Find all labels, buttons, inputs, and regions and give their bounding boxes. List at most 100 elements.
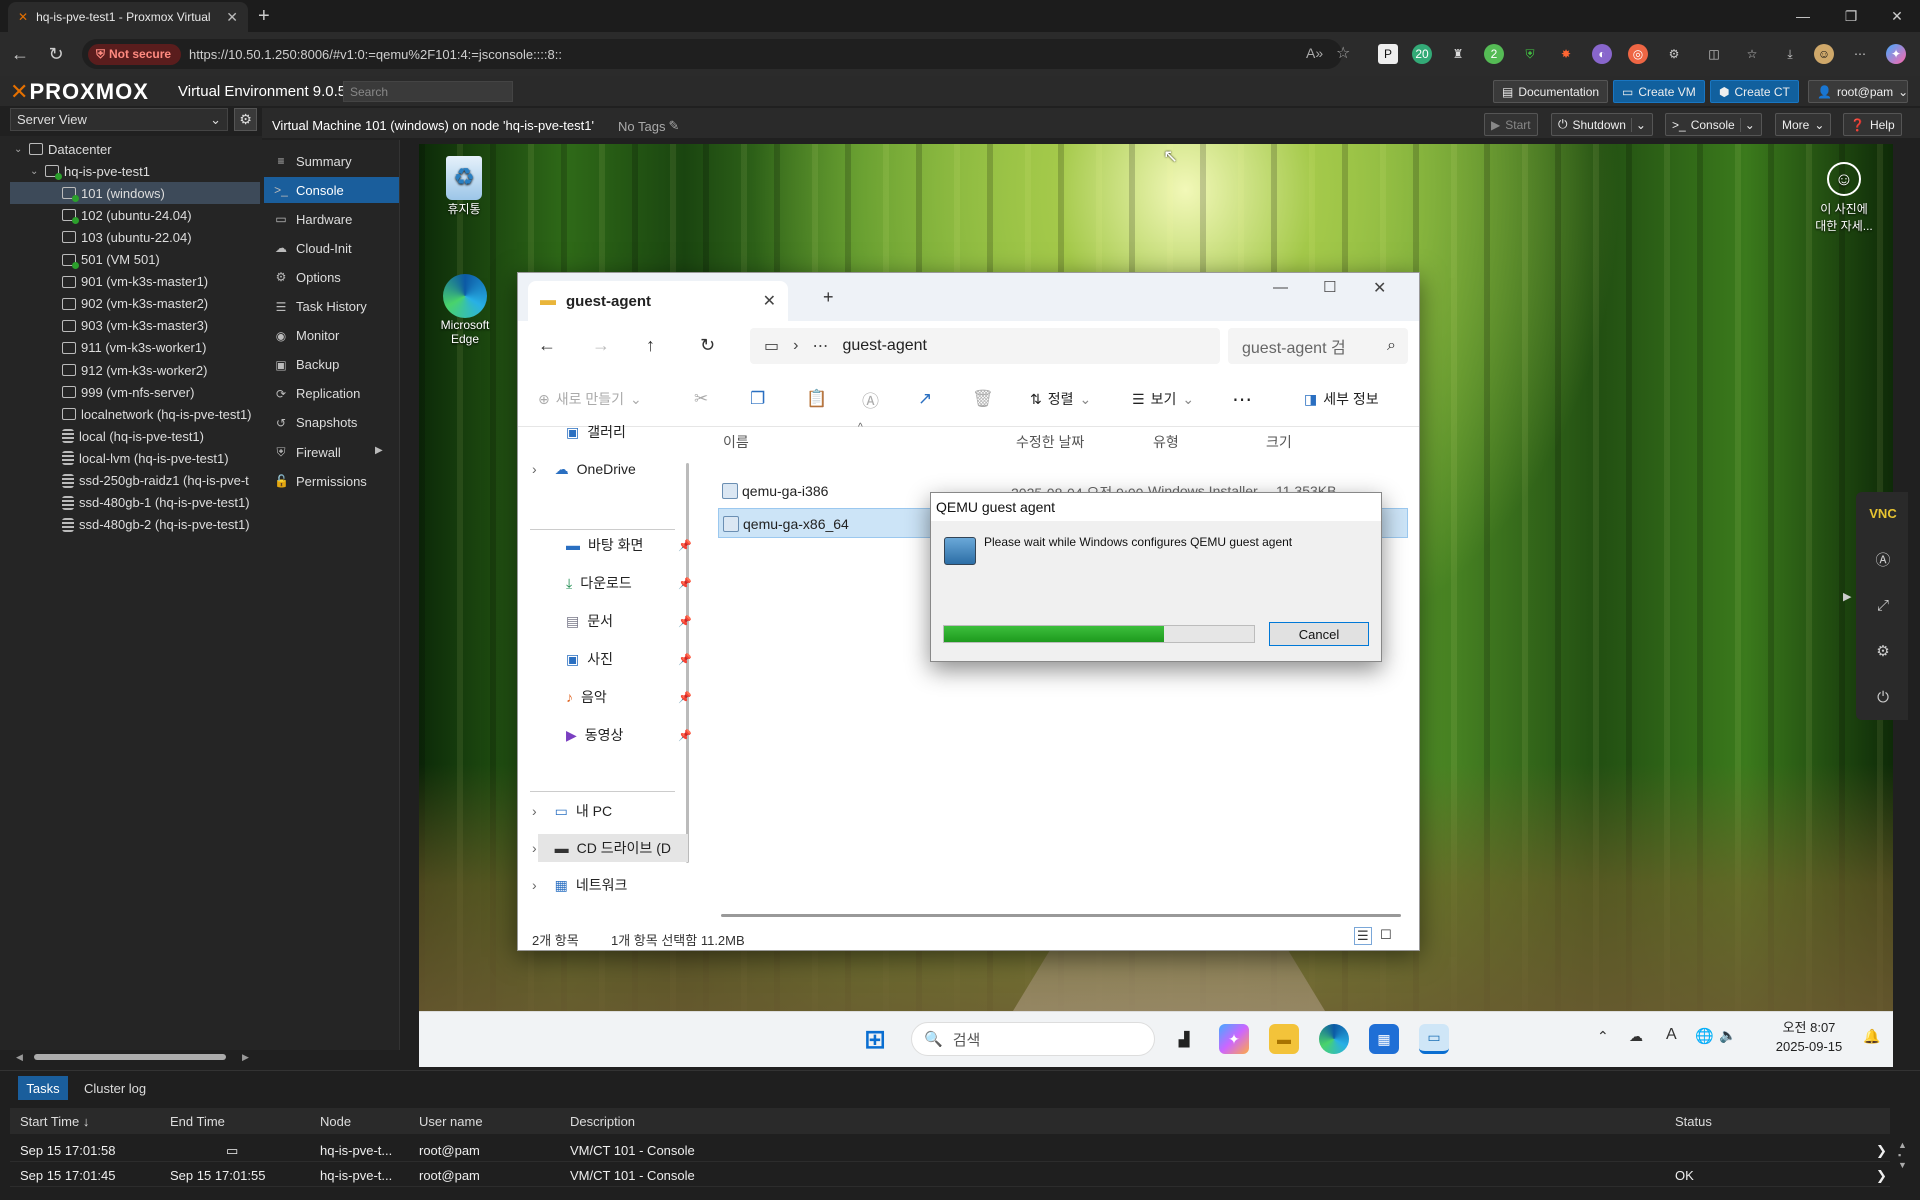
tags-edit[interactable]: No Tags ✎ [618, 118, 679, 134]
tree-item[interactable]: local (hq-is-pve-test1) [10, 425, 260, 447]
pve-search-input[interactable]: Search [343, 81, 513, 102]
task-view-icon[interactable]: ▟ [1169, 1024, 1199, 1054]
tree-item[interactable]: 902 (vm-k3s-master2) [10, 293, 260, 315]
expand-chevron-icon[interactable]: › [532, 461, 537, 477]
copy-icon[interactable]: ❐ [750, 371, 765, 427]
tray-volume-icon[interactable]: 🔈 [1719, 1027, 1736, 1044]
nav-item[interactable]: ⤓ 다운로드 📌 [538, 569, 692, 597]
edge-desktop-icon[interactable]: Microsoft Edge [425, 274, 505, 346]
nav-item[interactable]: › ☁ OneDrive [532, 455, 688, 483]
task-row[interactable]: Sep 15 17:01:58 hq-is-pve-t... root@pam VM/… [10, 1138, 1890, 1162]
tray-onedrive-icon[interactable]: ☁ [1629, 1028, 1643, 1045]
col-name[interactable]: 이름 [723, 432, 749, 452]
close-window-button[interactable]: ✕ [1874, 0, 1920, 32]
taskbar-clock[interactable]: 오전 8:07 2025-09-15 [1769, 1018, 1849, 1056]
tree-item[interactable]: 911 (vm-k3s-worker1) [10, 337, 260, 359]
installer-taskbar-icon[interactable]: ▭ [1419, 1024, 1449, 1054]
not-secure-badge[interactable]: ⛨ Not secure [88, 43, 182, 65]
scroll-right-arrow-icon[interactable]: ▶ [242, 1052, 249, 1063]
store-taskbar-icon[interactable]: ▦ [1369, 1024, 1399, 1054]
task-row[interactable]: Sep 15 17:01:45 Sep 15 17:01:55 hq-is-pve-… [10, 1163, 1890, 1187]
menu-item[interactable]: ▣ Backup [264, 352, 399, 378]
nav-item[interactable]: ▤ 문서 📌 [538, 607, 692, 635]
tree-item[interactable]: localnetwork (hq-is-pve-test1) [10, 403, 260, 425]
vnc-panel-handle-icon[interactable]: ▶ [1843, 590, 1851, 603]
details-pane-button[interactable]: ◨ 세부 정보 [1304, 371, 1379, 427]
menu-item[interactable]: ▭ Hardware [264, 206, 399, 232]
paste-icon[interactable]: 📋 [806, 371, 827, 427]
explorer-address-bar[interactable]: ▭ › ⋯ guest-agent [750, 328, 1220, 364]
tree-expand-chevron-icon[interactable]: ⌄ [14, 144, 24, 155]
fullscreen-icon[interactable]: ⤢ [1866, 588, 1900, 622]
start-windows-icon[interactable]: ⊞ [860, 1024, 890, 1054]
photo-info-desktop-icon[interactable]: ☺ 이 사진에 대한 자세... [1799, 162, 1889, 234]
tree-item[interactable]: 999 (vm-nfs-server) [10, 381, 260, 403]
menu-item[interactable]: ◉ Monitor [264, 323, 399, 349]
explorer-new-tab-button[interactable]: + [823, 287, 834, 308]
col-modified[interactable]: 수정한 날짜 [1016, 432, 1084, 452]
chevron-down-icon[interactable]: ⌄ [1739, 117, 1755, 132]
back-button[interactable]: ← [2, 32, 38, 76]
new-tab-button[interactable]: + [258, 5, 270, 28]
explorer-refresh-icon[interactable]: ↻ [700, 335, 715, 356]
cut-icon[interactable]: ✂ [694, 371, 708, 427]
address-bar[interactable]: ⛨ Not secure https://10.50.1.250:8006/#v… [82, 39, 1342, 69]
create-ct-button[interactable]: ⬢ Create CT [1710, 80, 1799, 103]
file-list-hscrollbar[interactable] [721, 914, 1401, 917]
task-open-arrow-icon[interactable]: ❯ [1876, 1168, 1887, 1184]
favorite-star-icon[interactable]: ☆ [1336, 43, 1350, 63]
th-end-time[interactable]: End Time [170, 1114, 225, 1129]
tree-item[interactable]: ⌄ hq-is-pve-test1 [10, 160, 260, 182]
extension-p-icon[interactable]: P [1378, 44, 1398, 64]
view-button[interactable]: ☰ 보기 ⌄ [1132, 371, 1194, 427]
user-menu-button[interactable]: 👤 root@pam ⌄ [1808, 80, 1908, 103]
menu-item[interactable]: ☰ Task History [264, 294, 399, 320]
expand-chevron-icon[interactable]: › [532, 803, 537, 819]
console-button[interactable]: >_ Console ⌄ [1665, 113, 1762, 136]
settings-more-icon[interactable]: ⋯ [1850, 44, 1870, 64]
downloads-icon[interactable]: ⤓ [1780, 44, 1800, 64]
rename-icon[interactable]: Ⓐ [862, 371, 879, 427]
th-start-time[interactable]: Start Time ↓ [20, 1114, 89, 1129]
shutdown-button[interactable]: ⏻ Shutdown ⌄ [1551, 113, 1653, 136]
extension-puzzle-icon[interactable]: ♜ [1448, 44, 1468, 64]
menu-item[interactable]: >_ Console [264, 177, 399, 204]
notification-bell-icon[interactable]: 🔔 [1863, 1028, 1880, 1045]
server-view-select[interactable]: Server View ⌄ [10, 108, 228, 131]
maximize-window-button[interactable]: ❐ [1828, 0, 1874, 32]
tray-ime-icon[interactable]: A [1666, 1026, 1677, 1044]
extension-shield-icon[interactable]: ⛨ [1520, 44, 1540, 64]
cancel-button[interactable]: Cancel [1269, 622, 1369, 646]
extra-keys-icon[interactable]: Ⓐ [1866, 542, 1900, 576]
details-view-icon[interactable]: ☰ [1354, 927, 1372, 945]
pencil-icon[interactable]: ✎ [668, 118, 679, 134]
extension-purple-icon[interactable]: ◐ [1592, 44, 1612, 64]
documentation-button[interactable]: ▤ Documentation [1493, 80, 1609, 103]
menu-item[interactable]: ⟳ Replication [264, 381, 399, 407]
th-status[interactable]: Status [1675, 1114, 1712, 1129]
recycle-bin-desktop-icon[interactable]: ♻ 휴지통 [429, 156, 499, 217]
sort-button[interactable]: ⇅ 정렬 ⌄ [1030, 371, 1091, 427]
nav-item[interactable]: › ▭ 내 PC [532, 797, 688, 825]
explorer-search-box[interactable]: guest-agent 검 ⌕ [1228, 328, 1408, 364]
expand-chevron-icon[interactable]: › [532, 840, 537, 856]
tiles-view-icon[interactable]: ☐ [1380, 927, 1392, 943]
tree-item[interactable]: 901 (vm-k3s-master1) [10, 271, 260, 293]
extension-fox-icon[interactable]: ✸ [1556, 44, 1576, 64]
menu-item[interactable]: ⚙ Options [264, 264, 399, 290]
reload-button[interactable]: ↻ [38, 32, 74, 76]
extension-orange-icon[interactable]: ◎ [1628, 44, 1648, 64]
minimize-window-button[interactable]: — [1780, 0, 1826, 32]
tray-chevron-up-icon[interactable]: ⌃ [1597, 1028, 1609, 1045]
menu-item[interactable]: ↺ Snapshots [264, 410, 399, 436]
file-explorer-taskbar-icon[interactable]: ▬ [1269, 1024, 1299, 1054]
delete-icon[interactable]: 🗑 [972, 371, 994, 427]
start-button[interactable]: ▶ Start [1484, 113, 1538, 136]
nav-item[interactable]: ▣ 갤러리 [538, 418, 688, 446]
edge-taskbar-icon[interactable] [1319, 1024, 1349, 1054]
tree-settings-gear-icon[interactable]: ⚙ [234, 108, 257, 131]
tree-item[interactable]: local-lvm (hq-is-pve-test1) [10, 447, 260, 469]
close-tab-icon[interactable]: ✕ [226, 9, 238, 26]
th-description[interactable]: Description [570, 1114, 635, 1129]
tab-cluster-log[interactable]: Cluster log [84, 1076, 146, 1100]
